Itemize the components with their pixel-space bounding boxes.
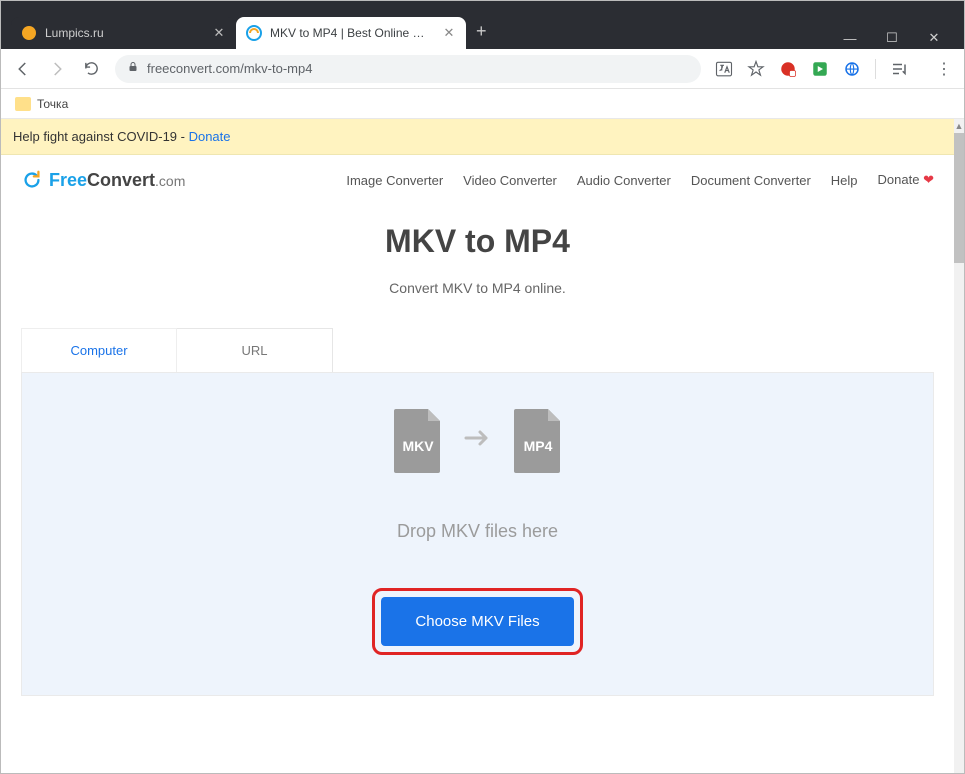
extension-globe-icon[interactable] [843,60,861,78]
donate-link[interactable]: Donate [189,129,231,144]
file-mkv-icon: MKV [390,407,446,475]
drop-text: Drop MKV files here [397,521,558,542]
maximize-icon[interactable]: ☐ [884,30,900,46]
page-subtitle: Convert MKV to MP4 online. [1,280,954,296]
url-text: freeconvert.com/mkv-to-mp4 [147,61,312,76]
tab-url[interactable]: URL [177,328,333,372]
window-controls: — ☐ ✕ [820,14,964,62]
site-logo[interactable]: FreeConvert.com [21,169,185,191]
page-title: MKV to MP4 [1,223,954,260]
window-titlebar [1,1,964,14]
lock-icon [127,61,139,76]
favicon-lumpics [21,25,37,41]
tab-title: MKV to MP4 | Best Online MKV t… [270,26,434,40]
tab-title: Lumpics.ru [45,26,204,40]
nav-help[interactable]: Help [831,173,858,188]
heart-icon: ❤ [923,172,934,187]
logo-text-free: Free [49,170,87,190]
minimize-icon[interactable]: — [842,31,858,46]
covid-banner: Help fight against COVID-19 - Donate [1,119,954,155]
close-icon[interactable]: ✕ [442,26,456,40]
drop-area[interactable]: MKV MP4 Drop MKV files here Choose MKV F… [21,372,934,696]
star-icon[interactable] [747,60,765,78]
logo-text-com: .com [155,173,185,189]
banner-text: Help fight against COVID-19 - [13,129,189,144]
browser-tab-freeconvert[interactable]: MKV to MP4 | Best Online MKV t… ✕ [236,17,466,49]
reload-button[interactable] [81,59,101,79]
forward-button[interactable] [47,59,67,79]
file-mp4-icon: MP4 [510,407,566,475]
site-header: FreeConvert.com Image Converter Video Co… [1,155,954,199]
close-icon[interactable]: ✕ [212,26,226,40]
nav-video-converter[interactable]: Video Converter [463,173,557,188]
source-tabs: Computer URL [21,328,934,372]
scrollbar-up-icon[interactable]: ▲ [954,119,964,133]
address-bar[interactable]: freeconvert.com/mkv-to-mp4 [115,55,701,83]
arrow-right-icon [464,428,492,454]
translate-icon[interactable] [715,60,733,78]
conversion-graphic: MKV MP4 [390,407,566,475]
nav-image-converter[interactable]: Image Converter [346,173,443,188]
upload-panel: Computer URL MKV MP4 Drop MKV files here… [21,328,934,696]
bookmarks-bar: Точка [1,89,964,119]
folder-icon [15,97,31,111]
refresh-icon [21,169,43,191]
extension-adblock-icon[interactable] [779,60,797,78]
extension-green-icon[interactable] [811,60,829,78]
site-nav: Image Converter Video Converter Audio Co… [346,172,934,188]
nav-donate[interactable]: Donate ❤ [878,172,934,188]
tab-computer[interactable]: Computer [21,328,177,372]
highlight-annotation: Choose MKV Files [372,588,582,655]
svg-text:MP4: MP4 [523,438,552,454]
new-tab-button[interactable]: + [466,21,497,42]
bookmark-item[interactable]: Точка [37,97,68,111]
favicon-freeconvert [246,25,262,41]
back-button[interactable] [13,59,33,79]
scrollbar-thumb[interactable] [954,133,964,263]
browser-tabstrip: Lumpics.ru ✕ MKV to MP4 | Best Online MK… [1,14,964,49]
choose-files-button[interactable]: Choose MKV Files [381,597,573,646]
page-content: Help fight against COVID-19 - Donate Fre… [1,119,954,773]
nav-audio-converter[interactable]: Audio Converter [577,173,671,188]
close-window-icon[interactable]: ✕ [926,30,942,46]
svg-text:MKV: MKV [402,438,434,454]
logo-text-convert: Convert [87,170,155,190]
nav-document-converter[interactable]: Document Converter [691,173,811,188]
browser-tab-lumpics[interactable]: Lumpics.ru ✕ [11,17,236,49]
reading-list-icon[interactable] [890,60,908,78]
